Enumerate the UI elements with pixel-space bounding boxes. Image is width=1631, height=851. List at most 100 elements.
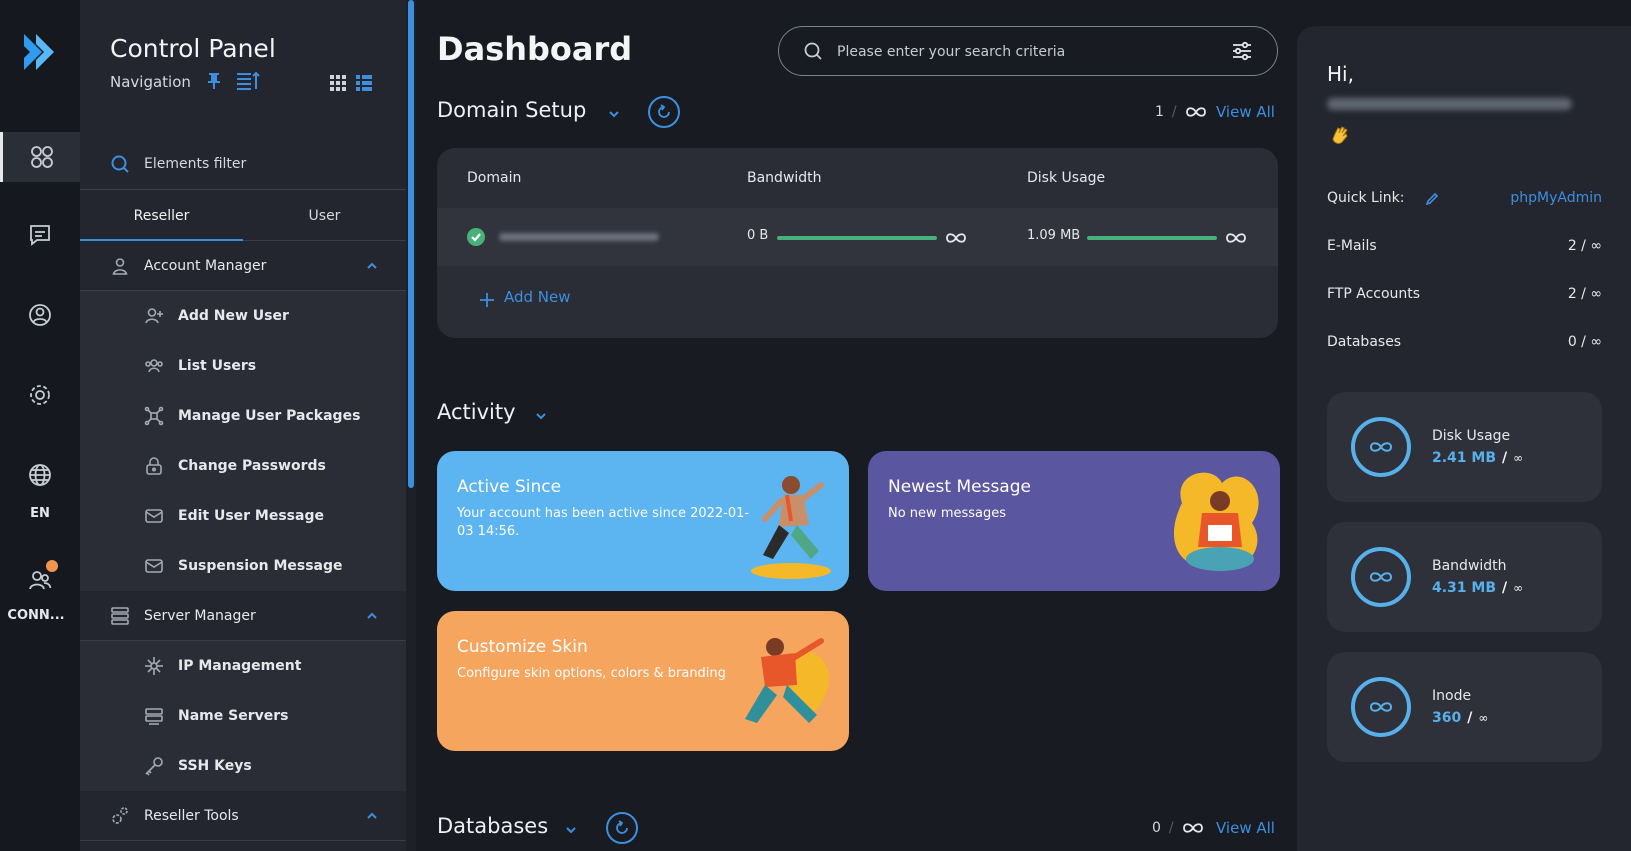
page-title: Dashboard xyxy=(437,30,633,68)
databases-row: Databases 0 / ∞ xyxy=(1327,334,1602,354)
username-redacted xyxy=(1327,98,1572,110)
stat-used: 2.41 MB xyxy=(1432,450,1497,466)
card-title: Active Since xyxy=(457,477,562,497)
row-label: FTP Accounts xyxy=(1327,286,1421,302)
waving-hand-icon xyxy=(1332,126,1348,144)
databases-title[interactable]: Databases xyxy=(437,814,548,838)
elements-filter-label: Elements filter xyxy=(144,156,247,172)
menu-label: Edit User Message xyxy=(178,508,324,524)
packages-icon xyxy=(144,406,164,426)
menu-list-users[interactable]: List Users xyxy=(80,341,406,391)
stat-value: 4.31 MB / ∞ xyxy=(1432,580,1524,596)
rail-user-switch[interactable] xyxy=(0,555,80,605)
emails-row: E-Mails 2 / ∞ xyxy=(1327,238,1602,258)
menu-name-servers[interactable]: Name Servers xyxy=(80,691,406,741)
search-input[interactable] xyxy=(837,39,1207,65)
menu-change-passwords[interactable]: Change Passwords xyxy=(80,441,406,491)
rail-dashboard[interactable] xyxy=(0,132,80,182)
newest-message-card[interactable]: Newest Message No new messages xyxy=(868,451,1280,591)
activity-title[interactable]: Activity xyxy=(437,400,516,424)
menu-label: Change Passwords xyxy=(178,458,326,474)
stat-limit: ∞ xyxy=(1513,581,1524,595)
row-value: 0 / ∞ xyxy=(1567,334,1602,350)
active-since-card[interactable]: Active Since Your account has been activ… xyxy=(437,451,849,591)
infinity-icon xyxy=(1369,702,1393,712)
list-view-icon[interactable] xyxy=(356,75,372,91)
stat-used: 360 xyxy=(1432,710,1462,726)
usage-ring xyxy=(1351,547,1411,607)
stat-value: 2.41 MB / ∞ xyxy=(1432,450,1524,466)
databases-refresh-button[interactable] xyxy=(606,812,638,844)
domain-view-all-link[interactable]: View All xyxy=(1216,103,1275,121)
customize-skin-card[interactable]: Customize Skin Configure skin options, c… xyxy=(437,611,849,751)
usage-ring xyxy=(1351,417,1411,477)
infinity-icon xyxy=(1226,233,1246,243)
rail-language[interactable] xyxy=(0,450,80,500)
section-server-manager[interactable]: Server Manager xyxy=(80,591,406,641)
menu-suspension-message[interactable]: Suspension Message xyxy=(80,541,406,591)
menu-label: Add New User xyxy=(178,308,289,324)
grid-view-icon[interactable] xyxy=(330,75,346,91)
menu-ssh-keys[interactable]: SSH Keys xyxy=(80,741,406,791)
section-label: Reseller Tools xyxy=(144,808,239,824)
rail-account[interactable] xyxy=(0,290,80,340)
section-reseller-tools[interactable]: Reseller Tools xyxy=(80,791,406,841)
globe-icon xyxy=(29,464,51,486)
nav-subtitle: Navigation xyxy=(110,73,191,91)
section-account-manager[interactable]: Account Manager xyxy=(80,241,406,291)
infinity-icon xyxy=(1369,572,1393,582)
search-bar xyxy=(778,26,1278,76)
nav-title: Control Panel xyxy=(110,34,276,63)
column-header-domain: Domain xyxy=(467,170,522,186)
rail-settings[interactable] xyxy=(0,370,80,420)
filter-sliders-icon[interactable] xyxy=(1231,40,1253,62)
menu-ip-management[interactable]: IP Management xyxy=(80,641,406,691)
databases-count: 0/ xyxy=(1152,820,1204,836)
nav-scrollbar[interactable] xyxy=(406,0,416,851)
lock-icon xyxy=(146,457,162,475)
gear-icon xyxy=(30,385,50,405)
card-description: Configure skin options, colors & brandin… xyxy=(457,666,726,681)
language-label[interactable]: EN xyxy=(0,506,80,521)
domain-setup-title[interactable]: Domain Setup xyxy=(437,98,586,122)
chevron-up-icon[interactable] xyxy=(366,260,378,272)
chevron-down-icon[interactable] xyxy=(607,107,621,121)
chevron-down-icon[interactable] xyxy=(534,409,548,423)
scrollbar-thumb[interactable] xyxy=(408,0,414,488)
tab-reseller[interactable]: Reseller xyxy=(80,191,243,241)
users-group-icon xyxy=(145,359,163,373)
chevron-down-icon[interactable] xyxy=(564,823,578,837)
table-row[interactable]: 0 B 1.09 MB xyxy=(437,208,1278,266)
disk-usage-value: 1.09 MB xyxy=(1027,228,1081,243)
domain-refresh-button[interactable] xyxy=(648,96,680,128)
message-icon xyxy=(30,225,50,246)
greeting: Hi, xyxy=(1327,62,1354,86)
chevron-up-icon[interactable] xyxy=(366,810,378,822)
quick-link-label: Quick Link: xyxy=(1327,190,1405,206)
tab-user[interactable]: User xyxy=(243,191,406,241)
row-label: E-Mails xyxy=(1327,238,1377,254)
pin-icon[interactable] xyxy=(206,72,222,90)
refresh-icon xyxy=(658,104,670,118)
elements-filter[interactable]: Elements filter xyxy=(80,140,406,190)
menu-edit-user-message[interactable]: Edit User Message xyxy=(80,491,406,541)
databases-view-all-link[interactable]: View All xyxy=(1216,819,1275,837)
user-icon xyxy=(112,258,128,275)
stat-limit: ∞ xyxy=(1478,711,1489,725)
user-label[interactable]: CONN... xyxy=(0,608,72,623)
add-new-domain-button[interactable]: Add New xyxy=(504,288,571,306)
sort-icon[interactable] xyxy=(236,71,260,91)
menu-manage-user-packages[interactable]: Manage User Packages xyxy=(80,391,406,441)
domain-name-redacted[interactable] xyxy=(499,233,659,241)
stat-name: Inode xyxy=(1432,688,1472,704)
phpmyadmin-link[interactable]: phpMyAdmin xyxy=(1510,190,1602,206)
menu-add-new-user[interactable]: Add New User xyxy=(80,291,406,341)
user-circle-icon xyxy=(29,304,51,326)
menu-label: Name Servers xyxy=(178,708,289,724)
menu-label: SSH Keys xyxy=(178,758,252,774)
pencil-icon[interactable] xyxy=(1425,192,1439,206)
rail-messages[interactable] xyxy=(0,210,80,260)
running-person-illustration-icon xyxy=(751,476,831,579)
chevron-up-icon[interactable] xyxy=(366,610,378,622)
app-logo-icon[interactable] xyxy=(20,30,60,74)
